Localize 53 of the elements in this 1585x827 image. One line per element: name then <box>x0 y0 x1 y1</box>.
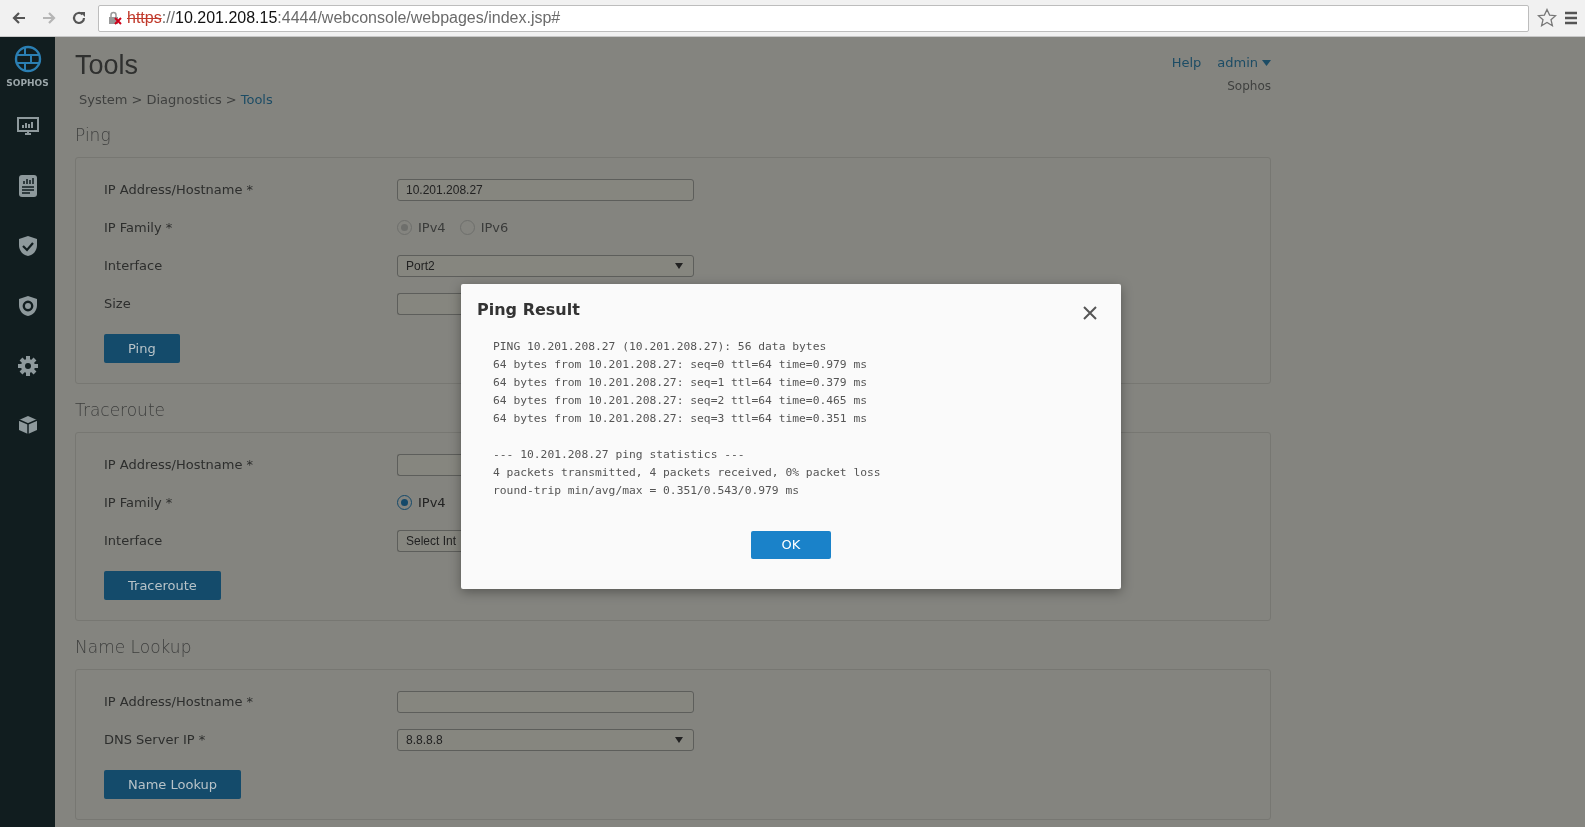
cube-icon[interactable] <box>17 414 38 435</box>
help-link[interactable]: Help <box>1171 53 1202 73</box>
user-menu[interactable]: admin <box>1217 53 1271 73</box>
caret-icon <box>675 736 683 743</box>
caret-icon <box>675 262 683 269</box>
radio-option: IPv4 <box>397 217 446 238</box>
menu-icon[interactable] <box>1565 10 1577 26</box>
field-label: IP Address/Hostname * <box>104 692 255 711</box>
breadcrumb-separator: > <box>131 90 143 109</box>
gear-icon[interactable] <box>16 354 39 377</box>
breadcrumb-link[interactable]: System <box>79 89 128 109</box>
field-label: Interface <box>104 531 164 550</box>
report-icon[interactable] <box>18 174 37 197</box>
insecure-lock-icon <box>107 10 123 26</box>
action-button[interactable]: Ping <box>104 333 180 363</box>
section-title: Name Lookup <box>75 636 192 659</box>
input-field[interactable] <box>397 292 461 315</box>
dropdown[interactable]: 8.8.8.8 <box>397 728 694 751</box>
ping-output: --- 10.201.208.27 ping statistics --- 4 packets transmitted, 4 packets received, 0% packet loss round-trip min/avg/max = 0.351/0.543/0.979 ms <box>493 447 881 499</box>
monitor-chart-icon[interactable] <box>16 116 39 137</box>
dropdown[interactable]: Port2 <box>397 254 694 277</box>
ok-button[interactable]: OK <box>751 531 831 559</box>
globe-logo-icon <box>13 45 42 73</box>
brand-name: SOPHOS <box>6 77 49 90</box>
field-label: Interface <box>104 256 164 275</box>
shield-gear-icon[interactable] <box>17 294 38 317</box>
company-name: Sophos <box>1227 77 1271 95</box>
action-button[interactable]: Name Lookup <box>104 769 242 799</box>
breadcrumb-separator: > <box>225 90 237 109</box>
radio-option[interactable]: IPv4 <box>397 492 446 513</box>
field-label: IP Family * <box>104 493 174 512</box>
page-title: Tools <box>75 49 140 82</box>
input-field[interactable] <box>397 453 461 476</box>
action-button[interactable]: Traceroute <box>104 570 221 600</box>
ping-output: PING 10.201.208.27 (10.201.208.27): 56 data bytes 64 bytes from 10.201.208.27: seq=0 ttl=64 time=0.979 ms 64 bytes from 10.201.208.27: seq=1 ttl=64 time=0.379 ms 64 bytes from 10.201.208.27: seq=2 ttl=64 time=0.465 ms 64 bytes from 10.201.208.27: seq=3 ttl=64 time=0.351 ms <box>493 339 868 427</box>
field-label: IP Family * <box>104 218 174 237</box>
field-label: IP Address/Hostname * <box>104 180 255 199</box>
caret-icon <box>1262 59 1271 66</box>
shield-check-icon[interactable] <box>17 234 38 257</box>
section-title: Traceroute <box>75 399 165 422</box>
field-label: Size <box>104 294 132 313</box>
address-field[interactable]: https://10.201.208.15:4444/webconsole/webpages/index.jsp# <box>98 4 1529 32</box>
field-label: IP Address/Hostname * <box>104 455 255 474</box>
radio-option: IPv6 <box>459 217 509 238</box>
star-icon[interactable] <box>1537 8 1557 28</box>
breadcrumb-link[interactable]: Diagnostics <box>146 89 222 109</box>
close-icon[interactable] <box>1083 306 1097 320</box>
input-field[interactable]: 10.201.208.27 <box>397 178 694 201</box>
dropdown[interactable]: Select Int <box>397 529 461 552</box>
input-field[interactable] <box>397 690 694 713</box>
dialog-title: Ping Result <box>477 299 580 321</box>
field-label: DNS Server IP * <box>104 730 207 749</box>
section-title: Ping <box>75 124 111 147</box>
